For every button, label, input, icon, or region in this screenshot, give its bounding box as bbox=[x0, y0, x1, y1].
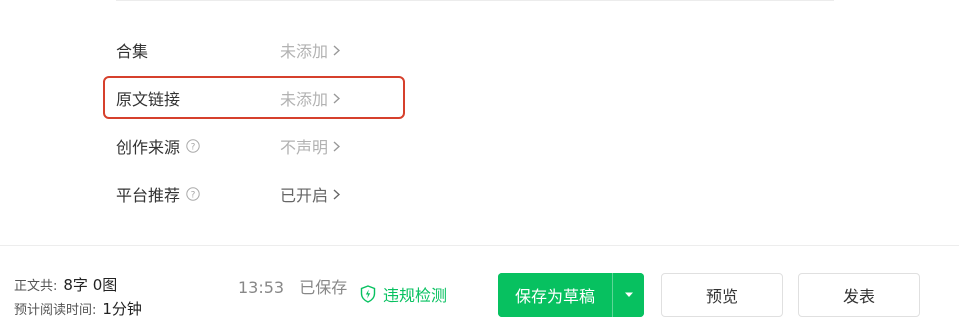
setting-label-text: 平台推荐 bbox=[116, 186, 181, 205]
save-status-text: 已保存 bbox=[299, 278, 348, 297]
article-stats: 正文共: 8字 0图 预计阅读时间: 1分钟 bbox=[14, 274, 142, 322]
reading-time-value: 1分钟 bbox=[102, 300, 142, 318]
setting-value-text: 未添加 bbox=[280, 42, 329, 61]
setting-value-platform-recommend[interactable]: 已开启 bbox=[280, 182, 341, 206]
question-circle-icon[interactable]: ? bbox=[186, 187, 200, 201]
question-circle-icon[interactable]: ? bbox=[186, 139, 200, 153]
chevron-right-icon bbox=[333, 140, 341, 152]
violation-check-link[interactable]: 违规检测 bbox=[360, 282, 447, 306]
chevron-right-icon bbox=[333, 44, 341, 56]
chevron-right-icon bbox=[333, 188, 341, 200]
shield-bolt-icon bbox=[360, 285, 376, 303]
svg-text:?: ? bbox=[191, 143, 196, 153]
caret-down-icon bbox=[624, 292, 633, 297]
reading-time-line: 预计阅读时间: 1分钟 bbox=[14, 298, 142, 322]
reading-time-label: 预计阅读时间: bbox=[14, 303, 97, 318]
save-status: 13:53 已保存 bbox=[238, 274, 347, 298]
preview-button[interactable]: 预览 bbox=[661, 273, 783, 317]
setting-value-creation-source[interactable]: 不声明 bbox=[280, 134, 341, 158]
save-draft-button-group: 保存为草稿 bbox=[498, 273, 644, 317]
setting-label-platform-recommend: 平台推荐 ? bbox=[116, 182, 280, 206]
setting-label-text: 创作来源 bbox=[116, 138, 181, 157]
setting-row-collection: 合集 未添加 bbox=[116, 38, 416, 62]
setting-value-text: 不声明 bbox=[280, 138, 329, 157]
word-count-value: 8字 0图 bbox=[63, 276, 118, 294]
setting-row-platform-recommend: 平台推荐 ? 已开启 bbox=[116, 182, 416, 206]
setting-value-collection[interactable]: 未添加 bbox=[280, 38, 341, 62]
bottom-action-bar: 正文共: 8字 0图 预计阅读时间: 1分钟 13:53 已保存 违规检测 保存… bbox=[0, 245, 959, 332]
word-count-line: 正文共: 8字 0图 bbox=[14, 274, 142, 298]
article-settings-page: 合集 未添加 原文链接 未添加 创作来源 ? 不声明 平台推荐 ? 已开启 正文… bbox=[0, 0, 959, 332]
save-options-dropdown-button[interactable] bbox=[612, 273, 644, 317]
setting-row-creation-source: 创作来源 ? 不声明 bbox=[116, 134, 416, 158]
save-time: 13:53 bbox=[238, 278, 285, 297]
setting-label-collection: 合集 bbox=[116, 38, 280, 62]
section-divider bbox=[116, 0, 834, 1]
highlight-annotation-box bbox=[103, 76, 405, 119]
setting-label-creation-source: 创作来源 ? bbox=[116, 134, 280, 158]
svg-text:?: ? bbox=[191, 191, 196, 201]
word-count-label: 正文共: bbox=[14, 279, 58, 294]
violation-check-label: 违规检测 bbox=[383, 286, 448, 305]
setting-value-text: 已开启 bbox=[280, 186, 329, 205]
publish-button[interactable]: 发表 bbox=[798, 273, 920, 317]
setting-label-text: 合集 bbox=[116, 42, 149, 61]
save-draft-button[interactable]: 保存为草稿 bbox=[498, 273, 612, 317]
